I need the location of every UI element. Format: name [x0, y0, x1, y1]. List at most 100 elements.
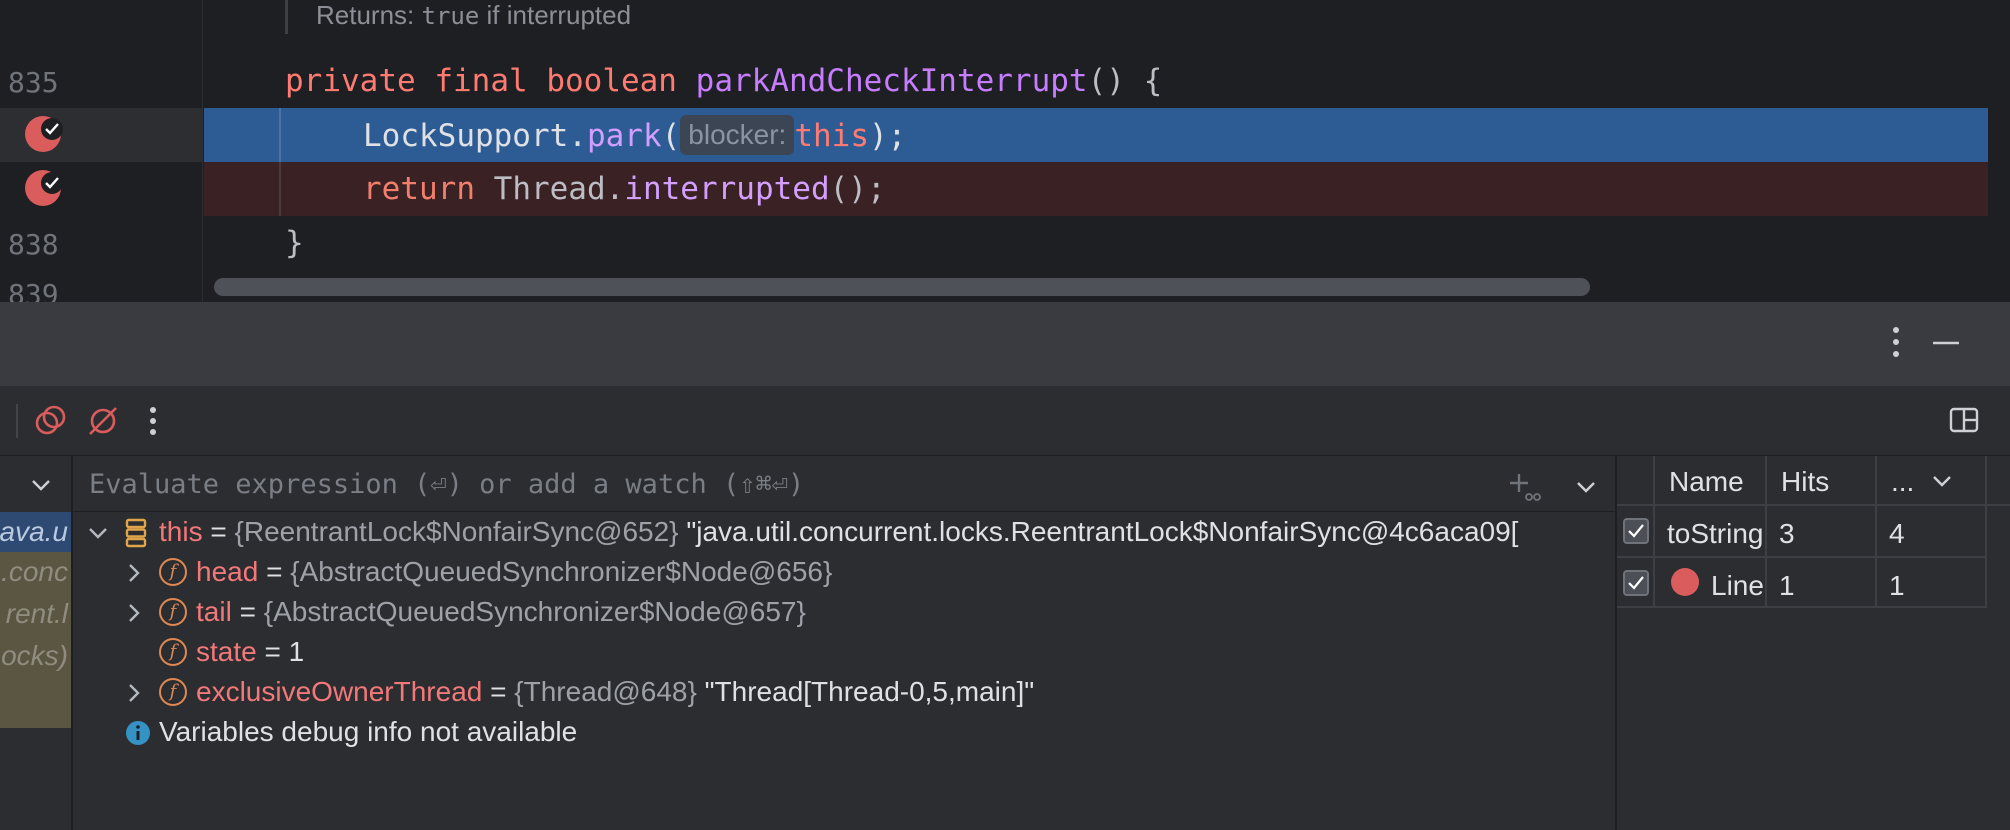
- column-header-hits[interactable]: Hits: [1781, 456, 1829, 504]
- history-dropdown-icon[interactable]: [1575, 476, 1597, 503]
- breakpoint-extra: 1: [1877, 558, 1985, 608]
- column-header-name[interactable]: Name: [1669, 456, 1744, 504]
- keyword: this: [794, 118, 869, 154]
- variables-panel[interactable]: this = {ReentrantLock$NonfairSync@652} "…: [73, 456, 1615, 830]
- chevron-down-icon: [32, 480, 50, 491]
- code-punct: );: [869, 118, 907, 154]
- class-ref: LockSupport.: [363, 118, 587, 154]
- info-icon: [126, 721, 150, 745]
- code-punct: () {: [1087, 63, 1163, 99]
- breakpoint-enabled-checkbox[interactable]: [1623, 570, 1649, 596]
- variable-name: state: [196, 636, 257, 667]
- line-number: 838: [8, 228, 59, 261]
- field-icon: f: [159, 558, 187, 586]
- gutter-line-836[interactable]: [0, 108, 203, 162]
- line-breakpoint-icon: [1671, 568, 1699, 596]
- breakpoint-extra: 4: [1877, 506, 1985, 558]
- gutter-line-839[interactable]: 839: [0, 266, 203, 302]
- add-watch-icon[interactable]: [1509, 472, 1541, 507]
- column-header-more[interactable]: ...: [1891, 456, 1914, 504]
- variable-eq: =: [258, 556, 291, 587]
- frame-item[interactable]: .conc: [0, 552, 71, 592]
- doc-prefix: Returns:: [316, 0, 422, 30]
- breakpoint-hits: 1: [1767, 558, 1875, 608]
- variable-type: {AbstractQueuedSynchronizer$Node@657}: [263, 596, 806, 627]
- variable-row-this[interactable]: this = {ReentrantLock$NonfairSync@652} "…: [73, 512, 1615, 552]
- variable-row-tail[interactable]: f tail = {AbstractQueuedSynchronizer$Nod…: [73, 592, 1615, 632]
- evaluate-expression-input[interactable]: [89, 464, 1489, 504]
- editor-gutter[interactable]: 835 838 839: [0, 0, 203, 302]
- field-icon: f: [159, 678, 187, 706]
- variable-row-exclusiveOwnerThread[interactable]: f exclusiveOwnerThread = {Thread@648} "T…: [73, 672, 1615, 712]
- more-options-icon[interactable]: [1879, 322, 1913, 371]
- code-line-837-breakpoint[interactable]: return Thread.interrupted();: [204, 162, 2010, 216]
- javadoc-rendered: Returns: true if interrupted: [285, 0, 631, 34]
- code-punct: (: [661, 118, 681, 154]
- keyword: return: [363, 171, 475, 207]
- breakpoints-table[interactable]: Name Hits ... toString 3 4 Line 8 1 1: [1615, 456, 2010, 830]
- variable-name: this: [159, 516, 203, 547]
- chevron-down-icon[interactable]: [1931, 470, 1953, 492]
- frames-panel[interactable]: (java.u .conc rent.l ocks): [0, 456, 72, 830]
- object-icon: [125, 518, 147, 548]
- code-line-835[interactable]: private final boolean parkAndCheckInterr…: [204, 54, 2010, 108]
- gutter-line-837[interactable]: [0, 162, 203, 216]
- variable-eq: =: [202, 516, 235, 547]
- field-icon: f: [159, 638, 187, 666]
- variable-eq: =: [256, 636, 289, 667]
- variable-name: head: [196, 556, 259, 587]
- line-number: 839: [8, 278, 59, 302]
- parameter-hint: blocker:: [680, 115, 795, 155]
- variable-name: exclusiveOwnerThread: [196, 676, 483, 707]
- breakpoint-enabled-checkbox[interactable]: [1623, 518, 1649, 544]
- layout-settings-icon[interactable]: [1948, 404, 1980, 441]
- chevron-right-icon[interactable]: [123, 562, 145, 584]
- field-icon: f: [159, 598, 187, 626]
- chevron-right-icon[interactable]: [123, 602, 145, 624]
- line-number: 835: [8, 66, 59, 99]
- debug-toolbar: [0, 386, 2010, 456]
- toolbar-more-icon[interactable]: [138, 404, 168, 443]
- frame-item-selected[interactable]: (java.u: [0, 512, 71, 552]
- code-punct: }: [285, 225, 304, 261]
- thread-selector[interactable]: [0, 456, 71, 512]
- gutter-line-838[interactable]: 838: [0, 216, 203, 270]
- info-message: Variables debug info not available: [159, 716, 578, 747]
- breakpoint-icon[interactable]: [25, 170, 63, 206]
- method-call: interrupted: [624, 171, 830, 207]
- variable-type: {ReentrantLock$NonfairSync@652}: [234, 516, 679, 547]
- keyword: final: [434, 63, 528, 99]
- breakpoint-name: Line 8: [1711, 570, 1765, 601]
- chevron-right-icon[interactable]: [123, 682, 145, 704]
- variable-value: 1: [288, 636, 305, 667]
- view-breakpoints-icon[interactable]: [34, 404, 68, 443]
- code-editor[interactable]: 835 838 839 Returns: true if interrupted: [0, 0, 2010, 302]
- horizontal-scrollbar[interactable]: [214, 278, 1590, 296]
- doc-suffix: if interrupted: [479, 0, 632, 30]
- mute-breakpoints-icon[interactable]: [86, 404, 120, 443]
- library-frames-group[interactable]: .conc rent.l ocks): [0, 552, 71, 728]
- breakpoint-name: toString: [1655, 506, 1765, 558]
- doc-code: true: [421, 2, 480, 30]
- breakpoint-hits: 3: [1767, 506, 1875, 558]
- column-divider: [1985, 456, 1987, 608]
- variable-row-head[interactable]: f head = {AbstractQueuedSynchronizer$Nod…: [73, 552, 1615, 592]
- variable-type: {Thread@648}: [514, 676, 697, 707]
- editor-right-strip: [1988, 0, 2010, 302]
- debug-tool-window-header: [0, 302, 2010, 386]
- verified-check-icon: [41, 172, 63, 194]
- frame-item[interactable]: ocks): [0, 636, 71, 676]
- frame-item[interactable]: rent.l: [0, 594, 71, 634]
- variable-name: tail: [196, 596, 232, 627]
- breakpoint-name-cell: Line 8: [1655, 558, 1765, 608]
- verified-check-icon: [41, 118, 63, 140]
- info-message-row: Variables debug info not available: [73, 712, 1615, 752]
- chevron-down-icon[interactable]: [87, 522, 109, 544]
- breakpoint-icon[interactable]: [25, 116, 63, 152]
- code-line-836-execution-point[interactable]: LockSupport.park(blocker: this);: [204, 108, 2010, 162]
- minimize-icon[interactable]: [1929, 322, 1963, 371]
- variable-row-state[interactable]: f state = 1: [73, 632, 1615, 672]
- code-line-838[interactable]: }: [204, 216, 2010, 270]
- gutter-line-835[interactable]: 835: [0, 54, 203, 108]
- keyword: private: [285, 63, 416, 99]
